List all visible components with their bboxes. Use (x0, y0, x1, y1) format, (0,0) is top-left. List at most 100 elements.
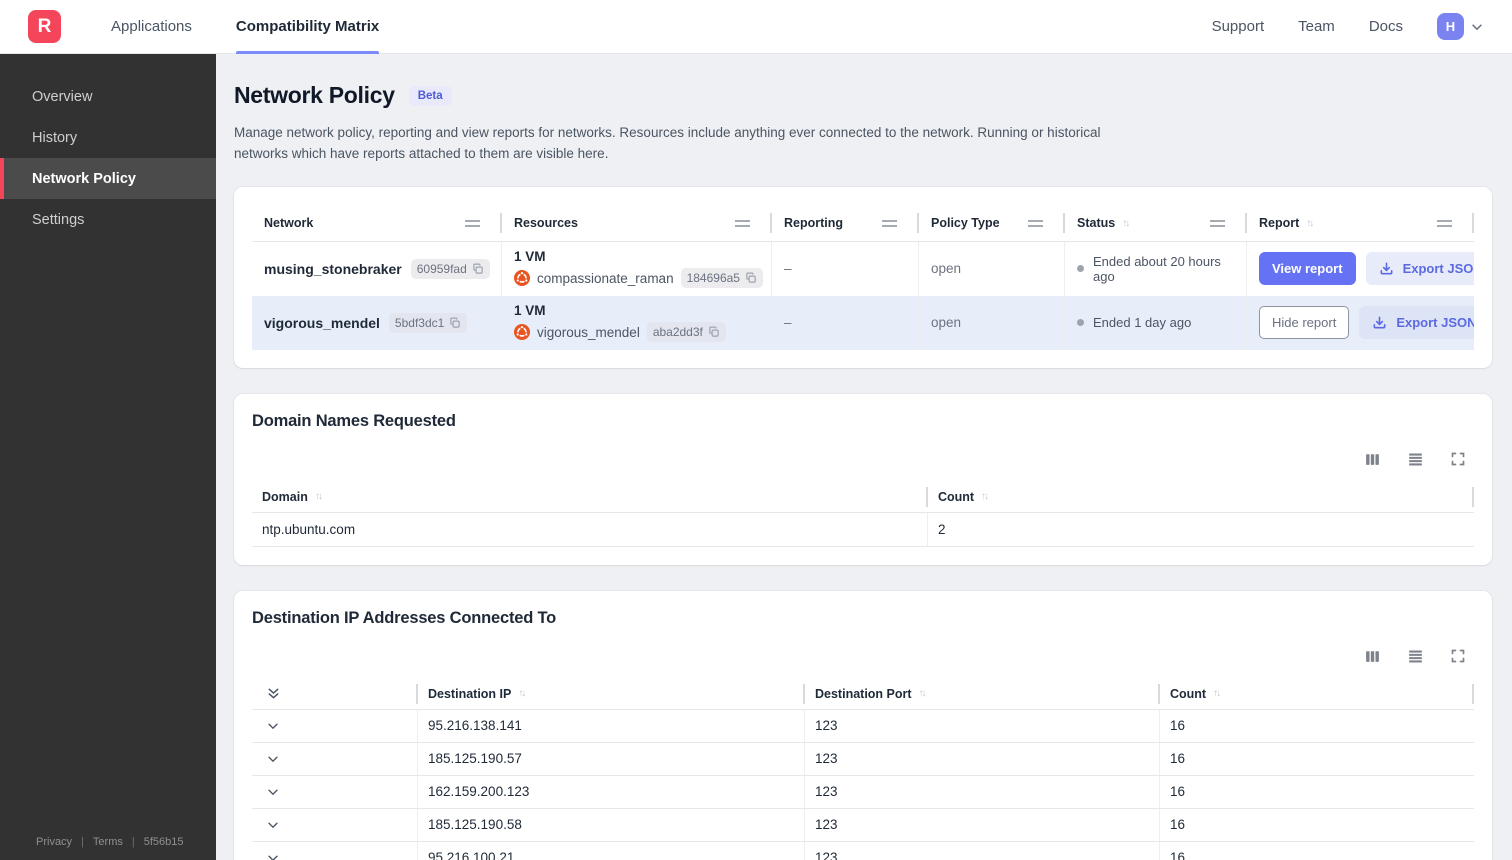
sort-icon[interactable]: ↑↓ (919, 688, 927, 699)
status-text: Ended 1 day ago (1093, 315, 1192, 331)
column-header-destination-ip[interactable]: Destination IP ↑↓ (418, 679, 805, 709)
export-json-button[interactable]: Export JSON (1359, 306, 1474, 340)
network-name-cell: vigorous_mendel 5bdf3dc1 (252, 295, 502, 350)
network-hash-badge[interactable]: 60959fad (410, 258, 490, 279)
column-resize-handle[interactable] (735, 219, 750, 227)
row-expand-toggle[interactable] (252, 709, 418, 742)
chevron-down-icon (268, 789, 278, 796)
columns-icon[interactable] (1364, 648, 1381, 665)
column-header-status[interactable]: Status ↑↓ (1065, 205, 1247, 242)
copy-icon (473, 263, 483, 274)
main-content: Network Policy Beta Manage network polic… (216, 54, 1512, 860)
network-row[interactable]: musing_stonebraker 60959fad 1 VM compass… (252, 241, 1474, 296)
hide-report-button[interactable]: Hide report (1259, 306, 1350, 340)
sort-icon[interactable]: ↑↓ (518, 688, 526, 699)
column-resize-handle[interactable] (1210, 219, 1225, 227)
view-report-button[interactable]: View report (1259, 252, 1356, 286)
domain-row[interactable]: ntp.ubuntu.com 2 (252, 512, 1474, 547)
row-expand-toggle[interactable] (252, 841, 418, 860)
nav-link-docs[interactable]: Docs (1369, 18, 1403, 35)
resource-hash-badge[interactable]: aba2dd3f (646, 322, 726, 343)
column-header-destination-port[interactable]: Destination Port ↑↓ (805, 679, 1160, 709)
destinations-card-title: Destination IP Addresses Connected To (252, 608, 557, 627)
column-resize-handle[interactable] (882, 219, 897, 227)
build-version: 5f56b15 (143, 836, 184, 848)
sort-icon[interactable]: ↑↓ (315, 491, 323, 502)
destination-row[interactable]: 95.216.100.21 123 16 (252, 841, 1474, 860)
top-navigation: R Applications Compatibility Matrix Supp… (0, 0, 1512, 54)
resource-hash-badge[interactable]: 184696a5 (680, 268, 763, 289)
network-name: vigorous_mendel (264, 314, 380, 331)
sort-icon[interactable]: ↑↓ (981, 491, 989, 502)
column-resize-handle[interactable] (1437, 219, 1452, 227)
nav-link-team[interactable]: Team (1298, 18, 1335, 35)
column-header-report[interactable]: Report ↑↓ (1247, 205, 1474, 242)
tab-applications[interactable]: Applications (111, 0, 192, 54)
column-header-policy-type[interactable]: Policy Type (919, 205, 1065, 242)
chevron-down-icon (268, 723, 278, 730)
row-expand-toggle[interactable] (252, 742, 418, 775)
row-expand-toggle[interactable] (252, 775, 418, 808)
row-expand-toggle[interactable] (252, 808, 418, 841)
columns-icon[interactable] (1364, 451, 1381, 468)
ip-cell: 185.125.190.57 (418, 742, 805, 775)
report-cell: Hide report Export JSON (1247, 296, 1474, 350)
tab-compatibility-matrix[interactable]: Compatibility Matrix (235, 0, 380, 54)
avatar[interactable]: H (1437, 13, 1464, 40)
column-header-domain[interactable]: Domain ↑↓ (252, 482, 928, 512)
sidebar-item-history[interactable]: History (0, 117, 216, 158)
column-header-reporting[interactable]: Reporting (772, 205, 919, 242)
network-hash-badge[interactable]: 5bdf3dc1 (388, 312, 468, 333)
privacy-link[interactable]: Privacy (36, 836, 72, 848)
policy-type-cell: open (919, 241, 1065, 296)
resource-name: vigorous_mendel (537, 324, 640, 340)
column-header-resources[interactable]: Resources (502, 205, 772, 242)
nav-link-support[interactable]: Support (1212, 18, 1265, 35)
destination-row[interactable]: 185.125.190.58 123 16 (252, 808, 1474, 842)
terms-link[interactable]: Terms (93, 836, 123, 848)
rows-icon[interactable] (1407, 648, 1424, 665)
column-resize-handle[interactable] (465, 219, 480, 227)
column-resize-handle[interactable] (1028, 219, 1043, 227)
sidebar-item-settings[interactable]: Settings (0, 199, 216, 240)
resources-cell: 1 VM vigorous_mendel aba2dd3f (502, 295, 772, 350)
destination-row[interactable]: 162.159.200.123 123 16 (252, 775, 1474, 809)
fullscreen-icon[interactable] (1450, 451, 1466, 468)
sidebar-item-network-policy[interactable]: Network Policy (0, 158, 216, 199)
port-cell: 123 (805, 841, 1160, 860)
ip-cell: 162.159.200.123 (418, 775, 805, 808)
network-row[interactable]: vigorous_mendel 5bdf3dc1 1 VM vigorous_m… (252, 295, 1474, 350)
resource-name: compassionate_raman (537, 270, 674, 286)
port-cell: 123 (805, 808, 1160, 841)
count-cell: 16 (1170, 817, 1186, 833)
footer-divider: | (131, 836, 135, 848)
app-logo[interactable]: R (28, 10, 61, 43)
sort-icon[interactable]: ↑↓ (1122, 218, 1130, 229)
ubuntu-icon (514, 270, 530, 287)
reporting-cell: – (772, 241, 919, 296)
chevron-down-icon (268, 855, 278, 860)
footer-divider: | (81, 836, 84, 848)
sidebar: Overview History Network Policy Settings… (0, 54, 216, 860)
destination-row[interactable]: 95.216.138.141 123 16 (252, 709, 1474, 743)
count-cell: 16 (1170, 751, 1186, 767)
column-header-count[interactable]: Count ↑↓ (1160, 679, 1474, 709)
sort-icon[interactable]: ↑↓ (1213, 688, 1221, 699)
expand-all-header[interactable] (252, 679, 418, 709)
column-header-count[interactable]: Count ↑↓ (928, 482, 1474, 512)
user-menu[interactable]: H (1437, 13, 1484, 40)
sort-icon[interactable]: ↑↓ (1306, 218, 1314, 229)
count-cell: 16 (1170, 850, 1186, 860)
sidebar-item-overview[interactable]: Overview (0, 76, 216, 117)
export-json-button[interactable]: Export JSON (1365, 252, 1474, 286)
fullscreen-icon[interactable] (1450, 648, 1466, 665)
ip-cell: 95.216.138.141 (418, 709, 805, 742)
column-header-network[interactable]: Network (252, 205, 502, 242)
status-dot (1077, 265, 1084, 273)
ip-cell: 185.125.190.58 (418, 808, 805, 841)
destination-row[interactable]: 185.125.190.57 123 16 (252, 742, 1474, 776)
rows-icon[interactable] (1407, 451, 1424, 468)
reporting-cell: – (772, 295, 919, 350)
chevron-down-icon (1470, 20, 1484, 34)
status-cell: Ended about 20 hours ago (1065, 241, 1247, 296)
